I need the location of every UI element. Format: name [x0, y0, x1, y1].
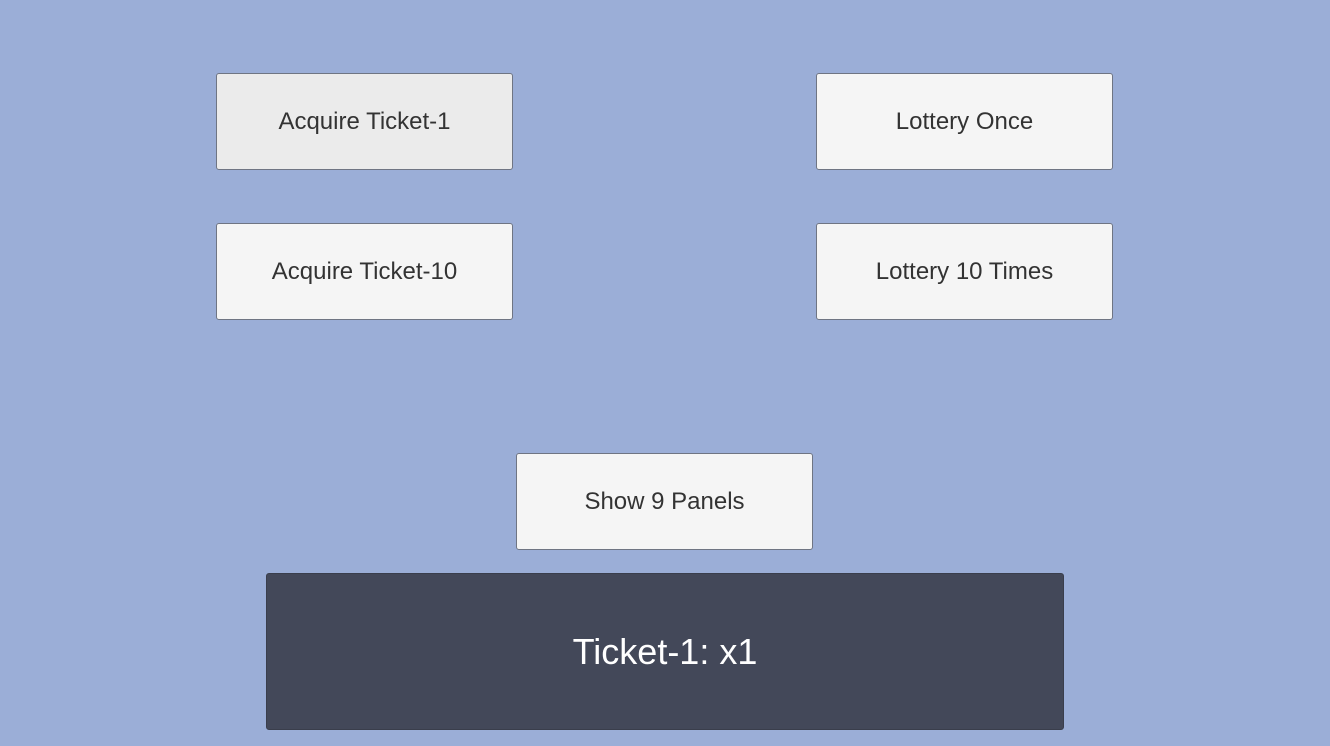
lottery-10-times-label: Lottery 10 Times	[875, 257, 1054, 285]
acquire-ticket-10-button[interactable]: Acquire Ticket-10	[216, 223, 513, 320]
ticket-count-text: Ticket-1: x1	[572, 630, 758, 672]
show-9-panels-button[interactable]: Show 9 Panels	[516, 453, 813, 550]
lottery-once-label: Lottery Once	[895, 107, 1034, 135]
acquire-ticket-1-button[interactable]: Acquire Ticket-1	[216, 73, 513, 170]
acquire-ticket-1-label: Acquire Ticket-1	[278, 107, 451, 135]
lottery-once-button[interactable]: Lottery Once	[816, 73, 1113, 170]
acquire-ticket-10-label: Acquire Ticket-10	[271, 257, 458, 285]
show-9-panels-label: Show 9 Panels	[584, 487, 745, 515]
ticket-count-panel: Ticket-1: x1	[266, 573, 1064, 730]
lottery-10-times-button[interactable]: Lottery 10 Times	[816, 223, 1113, 320]
